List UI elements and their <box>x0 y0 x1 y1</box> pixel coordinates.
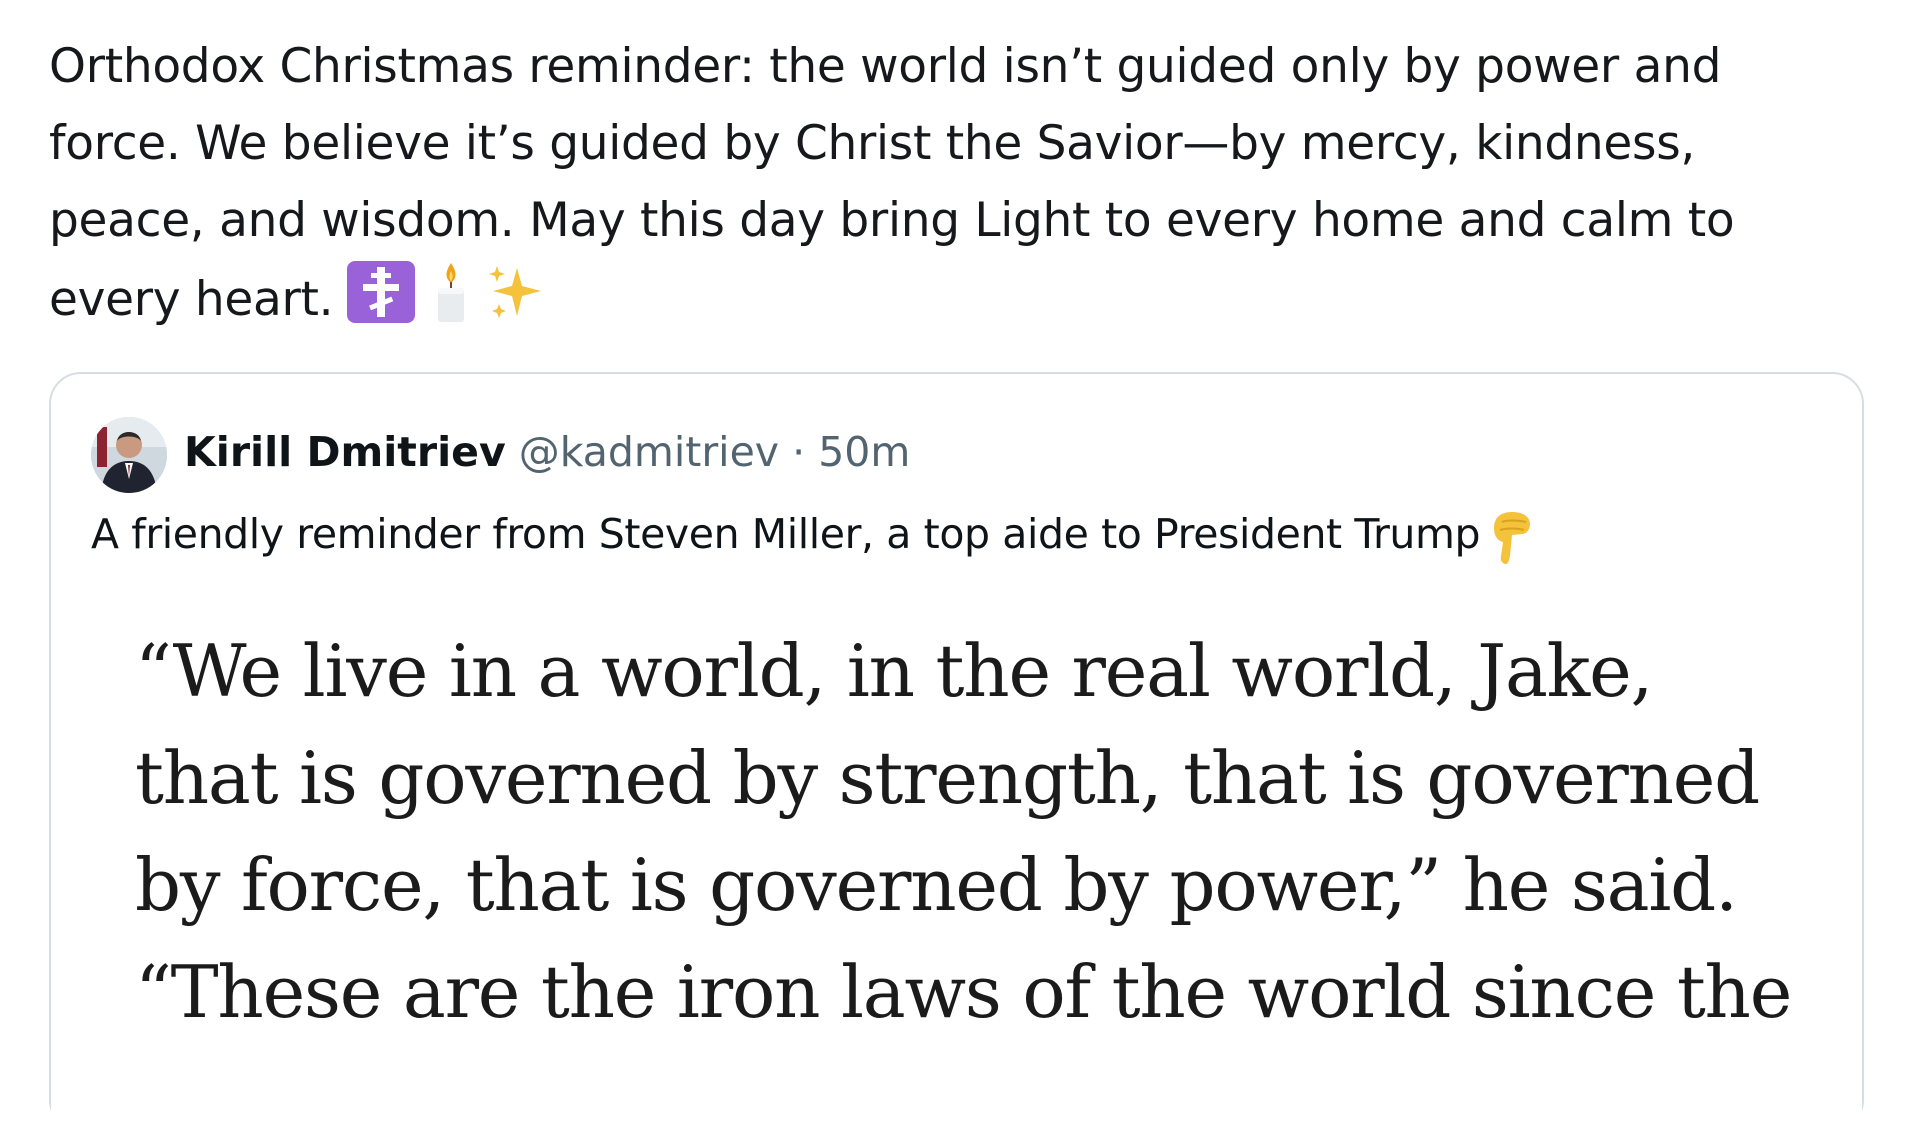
candle-icon <box>429 259 473 325</box>
quoted-post-card[interactable]: Kirill Dmitriev @kadmitriev · 50m A frie… <box>49 372 1864 1140</box>
quoted-post-image[interactable]: “We live in a world, in the real world, … <box>51 600 1862 1140</box>
quoted-post-author: Kirill Dmitriev @kadmitriev · 50m <box>184 424 910 480</box>
author-separator: · <box>792 428 806 476</box>
post-text-content: Orthodox Christmas reminder: the world i… <box>49 39 1735 327</box>
post-timestamp[interactable]: 50m <box>818 428 910 476</box>
quoted-post-text: A friendly reminder from Steven Miller, … <box>91 506 1538 566</box>
post-emojis <box>347 259 551 325</box>
backhand-index-pointing-down-icon <box>1488 506 1538 566</box>
orthodox-cross-icon <box>347 261 416 323</box>
post-text: Orthodox Christmas reminder: the world i… <box>49 28 1889 338</box>
quoted-image-text: “We live in a world, in the real world, … <box>135 629 1792 1034</box>
quoted-post-text-content: A friendly reminder from Steven Miller, … <box>91 510 1481 558</box>
avatar[interactable] <box>91 417 167 493</box>
sparkles-icon <box>487 260 551 324</box>
author-name[interactable]: Kirill Dmitriev <box>184 428 506 476</box>
author-handle[interactable]: @kadmitriev <box>519 428 779 476</box>
